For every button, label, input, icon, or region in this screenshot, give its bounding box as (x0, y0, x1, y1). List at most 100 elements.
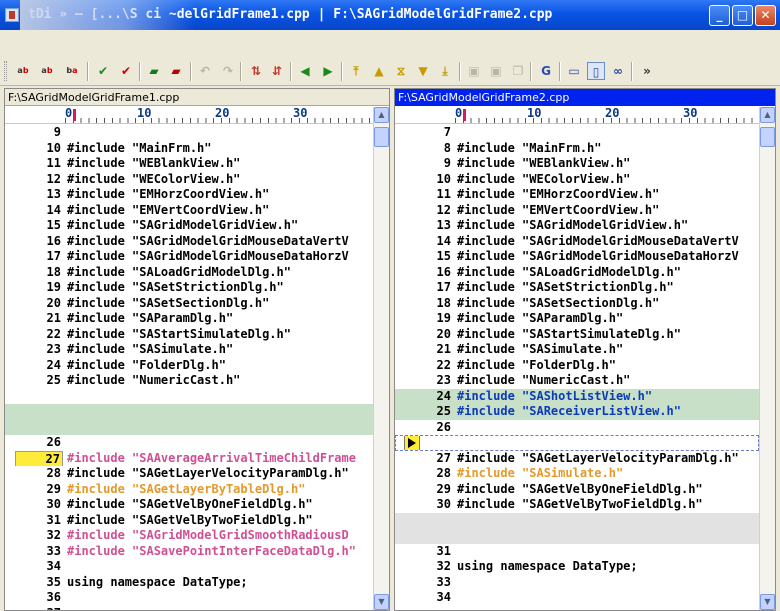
next-diff-icon[interactable]: ▼ (414, 62, 432, 80)
left-pane[interactable]: F:\SAGridModelGridFrame1.cpp 0 10 20 30 … (4, 88, 390, 611)
code-line[interactable]: 11 #include "WEBlankView.h" (5, 156, 373, 172)
maximize-button[interactable]: □ (732, 5, 753, 26)
code-line[interactable]: 18 #include "SALoadGridModelDlg.h" (5, 265, 373, 281)
code-line[interactable]: 32 using namespace DataType; (395, 559, 759, 575)
code-line[interactable]: 29 #include "SAGetVelByOneFieldDlg.h" (395, 482, 759, 498)
toolbar-grip[interactable] (4, 61, 7, 81)
code-line[interactable]: 21 #include "SASimulate.h" (395, 342, 759, 358)
code-line[interactable]: 37 (5, 606, 373, 611)
more-icon[interactable]: » (638, 62, 656, 80)
first-diff-icon[interactable]: ⤒ (347, 62, 365, 80)
scroll-up-button[interactable]: ▲ (760, 107, 775, 123)
code-line[interactable]: 11 #include "EMHorzCoordView.h" (395, 187, 759, 203)
code-line[interactable]: 20 #include "SAStartSimulateDlg.h" (395, 327, 759, 343)
view-vertical-icon[interactable]: ▯ (587, 62, 605, 80)
code-line[interactable]: 18 #include "SASetSectionDlg.h" (395, 296, 759, 312)
code-line[interactable]: 21 #include "SAParamDlg.h" (5, 311, 373, 327)
code-line[interactable]: 24 #include "FolderDlg.h" (5, 358, 373, 374)
scroll-thumb[interactable] (374, 127, 389, 147)
code-line[interactable]: 26 (395, 420, 759, 436)
code-line[interactable]: 22 #include "SAStartSimulateDlg.h" (5, 327, 373, 343)
last-diff-icon[interactable]: ⤓ (436, 62, 454, 80)
right-code-view[interactable]: 7 8 #include "MainFrm.h" 9 #include "WEBlank… (395, 125, 759, 610)
code-line[interactable]: 28 #include "SASimulate.h" (395, 466, 759, 482)
code-line[interactable]: 17 #include "SASetStrictionDlg.h" (395, 280, 759, 296)
code-line[interactable]: 32 #include "SAGridModelGridSmoothRadious… (5, 528, 373, 544)
code-line[interactable]: 12 #include "WEColorView.h" (5, 172, 373, 188)
right-arrow-icon[interactable]: ▶ (319, 62, 337, 80)
code-line[interactable] (5, 419, 373, 435)
code-line[interactable]: 16 #include "SALoadGridModelDlg.h" (395, 265, 759, 281)
left-scrollbar[interactable]: ▲ ▼ (373, 107, 389, 610)
right-scrollbar[interactable]: ▲ ▼ (759, 107, 775, 610)
save-icon[interactable]: ▰ (167, 62, 185, 80)
code-line[interactable]: 31 (395, 544, 759, 560)
save-icon[interactable]: ▰ (145, 62, 163, 80)
minimize-button[interactable]: _ (709, 5, 730, 26)
code-line[interactable]: 31 #include "SAGetVelByTwoFieldDlg.h" (5, 513, 373, 529)
code-line[interactable] (395, 512, 759, 528)
code-line[interactable]: 27 #include "SAGetLayerVelocityParamDlg.h… (395, 451, 759, 467)
find-icon[interactable]: G (537, 62, 555, 80)
ab-icon[interactable]: ab (38, 62, 56, 80)
code-line[interactable] (5, 389, 373, 405)
scroll-thumb[interactable] (760, 127, 775, 147)
current-diff-icon[interactable]: ⧖ (392, 62, 410, 80)
scroll-down-button[interactable]: ▼ (374, 594, 389, 610)
code-line[interactable]: 15 #include "SAGridModelGridView.h" (5, 218, 373, 234)
code-line[interactable]: 19 #include "SAParamDlg.h" (395, 311, 759, 327)
code-line[interactable]: 7 (395, 125, 759, 141)
scroll-up-button[interactable]: ▲ (374, 107, 389, 123)
code-line[interactable]: 25 #include "NumericCast.h" (5, 373, 373, 389)
undo-icon[interactable]: ↶ (196, 62, 214, 80)
code-line[interactable]: 19 #include "SASetStrictionDlg.h" (5, 280, 373, 296)
code-line[interactable]: 24 #include "SAShotListView.h" (395, 388, 759, 404)
code-line[interactable]: 13 #include "EMHorzCoordView.h" (5, 187, 373, 203)
code-line[interactable]: 36 (5, 590, 373, 606)
code-line[interactable]: 13 #include "SAGridModelGridView.h" (395, 218, 759, 234)
ab-icon[interactable]: ba (63, 62, 81, 80)
code-line[interactable]: 34 (395, 590, 759, 606)
code-line[interactable]: 25 #include "SAReceiverListView.h" (395, 404, 759, 420)
code-line[interactable]: 14 #include "SAGridModelGridMouseDataVert… (395, 234, 759, 250)
code-line[interactable]: 33 #include "SASavePointInterFaceDataDlg.… (5, 544, 373, 560)
code-line[interactable] (5, 404, 373, 420)
right-pane[interactable]: F:\SAGridModelGridFrame2.cpp 0 10 20 30 … (394, 88, 776, 611)
code-line[interactable]: 17 #include "SAGridModelGridMouseDataHorz… (5, 249, 373, 265)
scroll-down-button[interactable]: ▼ (760, 594, 775, 610)
app-icon[interactable] (5, 8, 19, 22)
code-line[interactable]: 34 (5, 559, 373, 575)
code-line[interactable] (395, 528, 759, 544)
code-line[interactable]: 23 #include "NumericCast.h" (395, 373, 759, 389)
code-line[interactable]: 29 #include "SAGetLayerByTableDlg.h" (5, 482, 373, 498)
code-line[interactable]: 9 #include "WEBlankView.h" (395, 156, 759, 172)
code-line[interactable]: 15 #include "SAGridModelGridMouseDataHorz… (395, 249, 759, 265)
code-line[interactable]: 35 using namespace DataType; (5, 575, 373, 591)
code-line[interactable]: 23 #include "SASimulate.h" (5, 342, 373, 358)
left-arrow-icon[interactable]: ◀ (296, 62, 314, 80)
left-code-view[interactable]: 9 10 #include "MainFrm.h" 11 #include "WEBla… (5, 125, 373, 610)
code-line[interactable]: 10 #include "MainFrm.h" (5, 141, 373, 157)
code-line[interactable]: 16 #include "SAGridModelGridMouseDataVert… (5, 234, 373, 250)
view-horizontal-icon[interactable]: ▭ (565, 62, 583, 80)
prev-diff-icon[interactable]: ▲ (370, 62, 388, 80)
code-line[interactable]: 26 (5, 435, 373, 451)
redo-icon[interactable]: ↷ (219, 62, 237, 80)
copy-icon[interactable]: ❐ (509, 62, 527, 80)
code-line[interactable]: 9 (5, 125, 373, 141)
code-line[interactable]: 8 #include "MainFrm.h" (395, 141, 759, 157)
code-line[interactable]: 30 #include "SAGetVelByOneFieldDlg.h" (5, 497, 373, 513)
check-icon[interactable]: ✔ (117, 62, 135, 80)
close-button[interactable]: ✕ (755, 5, 776, 26)
swap-arrows-icon[interactable]: ⇵ (268, 62, 286, 80)
code-line[interactable]: 33 (395, 575, 759, 591)
check-icon[interactable]: ✔ (94, 62, 112, 80)
code-line[interactable]: 27 #include "SAAverageArrivalTimeChildFra… (5, 450, 373, 466)
code-line[interactable]: 28 #include "SAGetLayerVelocityParamDlg.h… (5, 466, 373, 482)
code-line[interactable] (395, 435, 759, 451)
code-line[interactable]: 10 #include "WEColorView.h" (395, 172, 759, 188)
ab-icon[interactable]: ab (14, 62, 32, 80)
swap-arrows-icon[interactable]: ⇅ (247, 62, 265, 80)
code-line[interactable]: 14 #include "EMVertCoordView.h" (5, 203, 373, 219)
disk-icon[interactable]: ▣ (487, 62, 505, 80)
